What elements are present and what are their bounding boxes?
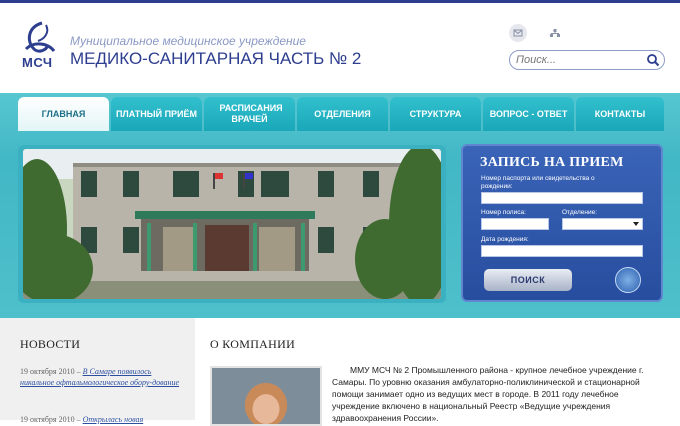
department-label: Отделение: [562, 209, 598, 216]
birthdate-input[interactable] [481, 245, 643, 257]
nav-label: СТРУКТУРА [409, 108, 462, 119]
logo-text[interactable]: МСЧ [22, 55, 53, 70]
about-text: ММУ МСЧ № 2 Промышленного района - крупн… [332, 365, 644, 423]
search-input[interactable] [516, 53, 636, 67]
nav-label: КОНТАКТЫ [594, 108, 646, 119]
mail-icon[interactable] [509, 24, 527, 42]
nav-label: РАСПИСАНИЯ ВРАЧЕЙ [219, 103, 283, 124]
policy-input[interactable] [481, 218, 549, 230]
nav-item-schedule[interactable]: РАСПИСАНИЯ ВРАЧЕЙ [204, 97, 295, 131]
appointment-form: ЗАПИСЬ НА ПРИЕМ Номер паспорта или свиде… [461, 144, 663, 302]
passport-input[interactable] [481, 192, 643, 204]
nav-label: ВОПРОС - ОТВЕТ [489, 108, 568, 119]
org-title[interactable]: МЕДИКО-САНИТАРНАЯ ЧАСТЬ № 2 [70, 49, 361, 69]
building-photo [23, 149, 441, 299]
nav-item-departments[interactable]: ОТДЕЛЕНИЯ [297, 97, 388, 131]
news-date: 19 октября 2010 – [20, 367, 81, 376]
passport-label: Номер паспорта или свидетельства о рожде… [481, 175, 595, 190]
department-select[interactable] [562, 218, 643, 230]
emblem-icon[interactable] [615, 267, 641, 293]
about-title: О КОМПАНИИ [210, 337, 296, 351]
nav-label: ГЛАВНАЯ [41, 108, 86, 119]
site-header: МСЧ Муниципальное медицинское учреждение… [0, 3, 680, 93]
chevron-down-icon [633, 222, 639, 226]
search-icon[interactable] [646, 53, 660, 67]
form-title: ЗАПИСЬ НА ПРИЕМ [480, 155, 624, 170]
sitemap-icon[interactable] [546, 24, 564, 42]
nav-item-home[interactable]: ГЛАВНАЯ [18, 97, 109, 131]
nav-item-faq[interactable]: ВОПРОС - ОТВЕТ [483, 97, 574, 131]
news-item: 19 октября 2010 – В Самаре появилось ник… [20, 366, 185, 388]
nav-item-structure[interactable]: СТРУКТУРА [390, 97, 481, 131]
org-subtitle: Муниципальное медицинское учреждение [70, 34, 306, 48]
search-box [509, 50, 665, 70]
nav-label: ПЛАТНЫЙ ПРИЁМ [115, 108, 198, 119]
search-button[interactable]: ПОИСК [484, 269, 572, 291]
nav-item-contacts[interactable]: КОНТАКТЫ [576, 97, 664, 131]
nav-item-paid[interactable]: ПЛАТНЫЙ ПРИЁМ [111, 97, 202, 131]
director-photo [210, 366, 322, 426]
news-title: НОВОСТИ [20, 337, 81, 351]
nav-label: ОТДЕЛЕНИЯ [314, 108, 371, 119]
birthdate-label: Дата рождения: [481, 236, 529, 243]
main-nav: ГЛАВНАЯ ПЛАТНЫЙ ПРИЁМ РАСПИСАНИЯ ВРАЧЕЙ … [18, 97, 664, 131]
policy-label: Номер полиса: [481, 209, 526, 216]
